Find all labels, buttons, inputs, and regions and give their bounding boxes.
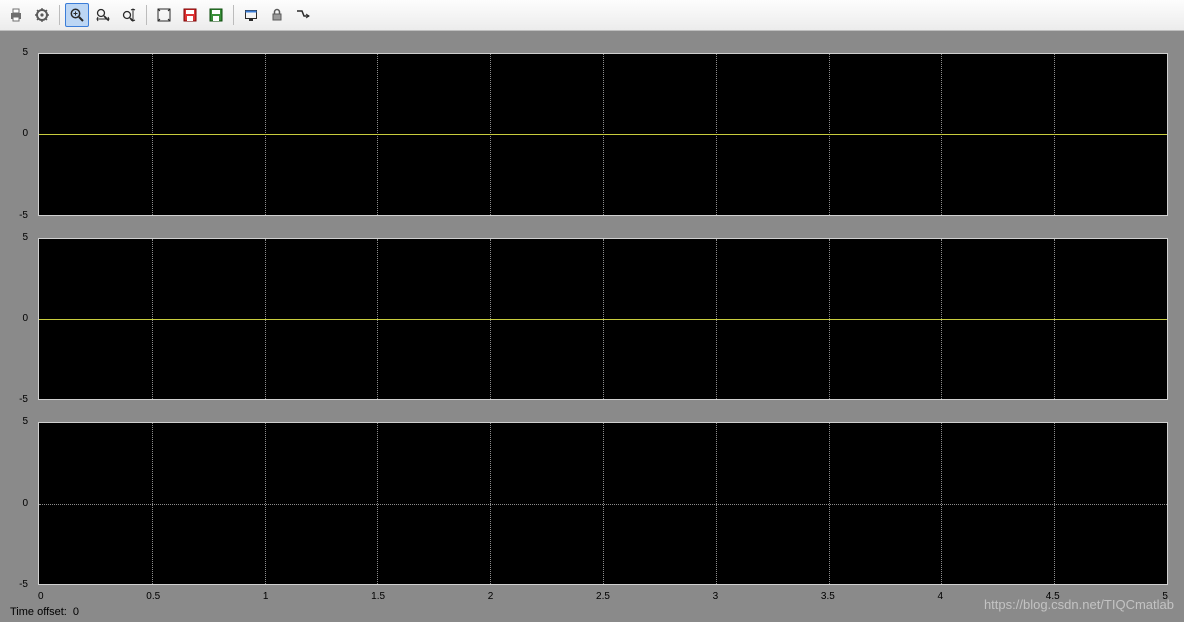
floating-scope-icon (243, 7, 259, 23)
signal-selection-icon (295, 7, 311, 23)
plot-2[interactable]: -505 (34, 238, 1168, 401)
print-button[interactable] (4, 3, 28, 27)
signal-line (39, 134, 1167, 135)
zoom-y-icon (121, 7, 137, 23)
parameters-button[interactable] (30, 3, 54, 27)
plot-1[interactable]: -505 (34, 53, 1168, 216)
autoscale-icon (156, 7, 172, 23)
toolbar-separator (233, 5, 234, 25)
toolbar-separator (146, 5, 147, 25)
x-tick-label: 3 (713, 591, 719, 602)
lock-button[interactable] (265, 3, 289, 27)
y-tick-label: -5 (6, 394, 28, 405)
restore-axes-button[interactable] (204, 3, 228, 27)
time-offset-value: 0 (73, 606, 79, 618)
zoom-icon (69, 7, 85, 23)
signal-selection-button[interactable] (291, 3, 315, 27)
scope-area: -505-505-505 00.511.522.533.544.55 Time … (0, 31, 1184, 622)
grid-line-h (39, 504, 1167, 505)
save-axes-button[interactable] (178, 3, 202, 27)
x-tick-label: 2 (488, 591, 494, 602)
restore-axes-icon (208, 7, 224, 23)
status-bar: Time offset: 0 (4, 602, 1180, 622)
x-tick-label: 4 (938, 591, 944, 602)
toolbar-separator (59, 5, 60, 25)
zoom-button[interactable] (65, 3, 89, 27)
floating-scope-button[interactable] (239, 3, 263, 27)
x-tick-label: 1 (263, 591, 269, 602)
y-tick-label: 0 (6, 498, 28, 509)
plot-canvas[interactable] (38, 238, 1168, 401)
x-axis-ticks: 0 0.5 1 1.5 2 2.5 3 3.5 4 4.5 5 (38, 591, 1168, 602)
y-tick-label: 0 (6, 313, 28, 324)
plot-3[interactable]: -505 (34, 422, 1168, 585)
x-tick-label: 0.5 (146, 591, 160, 602)
y-tick-label: -5 (6, 579, 28, 590)
y-tick-label: 5 (6, 232, 28, 243)
x-tick-label: 0 (38, 591, 44, 602)
plot-canvas[interactable] (38, 422, 1168, 585)
plots-container: -505-505-505 (4, 35, 1180, 589)
toolbar (0, 0, 1184, 31)
lock-icon (269, 7, 285, 23)
y-tick-label: 0 (6, 128, 28, 139)
x-tick-label: 3.5 (821, 591, 835, 602)
parameters-icon (34, 7, 50, 23)
save-axes-icon (182, 7, 198, 23)
zoom-y-button[interactable] (117, 3, 141, 27)
print-icon (8, 7, 24, 23)
scope-window: -505-505-505 00.511.522.533.544.55 Time … (0, 0, 1184, 622)
x-tick-label: 4.5 (1046, 591, 1060, 602)
y-tick-label: 5 (6, 416, 28, 427)
signal-line (39, 319, 1167, 320)
x-tick-label: 5 (1162, 591, 1168, 602)
time-offset-label: Time offset: (10, 606, 67, 618)
zoom-x-icon (95, 7, 111, 23)
zoom-x-button[interactable] (91, 3, 115, 27)
autoscale-button[interactable] (152, 3, 176, 27)
x-tick-label: 2.5 (596, 591, 610, 602)
y-tick-label: 5 (6, 47, 28, 58)
plot-canvas[interactable] (38, 53, 1168, 216)
y-tick-label: -5 (6, 210, 28, 221)
x-tick-label: 1.5 (371, 591, 385, 602)
